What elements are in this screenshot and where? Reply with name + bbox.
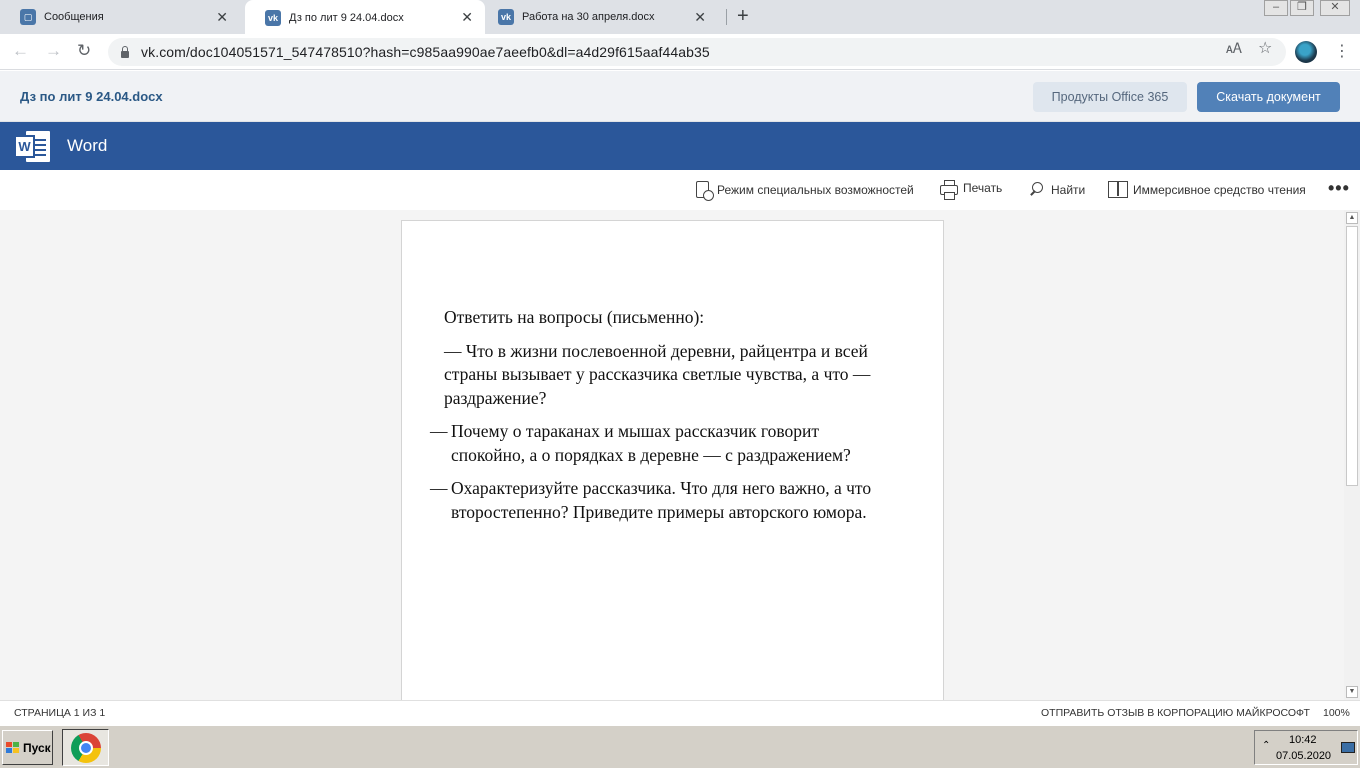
- status-bar: СТРАНИЦА 1 ИЗ 1 ОТПРАВИТЬ ОТЗЫВ В КОРПОР…: [0, 700, 1360, 725]
- question-intro: — Что в жизни послевоенной деревни, райц…: [444, 340, 871, 408]
- system-tray: ⌃ 10:42 07.05.2020: [1254, 730, 1358, 765]
- tray-expand-icon[interactable]: ⌃: [1262, 740, 1270, 751]
- document-heading: Ответить на вопросы (письменно):: [444, 307, 705, 327]
- browser-tabstrip: ▢ Сообщения ✕ vk Дз по лит 9 24.04.docx …: [0, 0, 1360, 35]
- tab-title: Работа на 30 апреля.docx: [522, 11, 655, 23]
- new-tab-icon[interactable]: +: [737, 5, 749, 28]
- start-button[interactable]: Пуск: [2, 730, 53, 765]
- page-indicator: СТРАНИЦА 1 ИЗ 1: [14, 707, 106, 719]
- word-header: W Word: [0, 122, 1360, 170]
- vk-document-header: Дз по лит 9 24.04.docx Продукты Office 3…: [0, 71, 1360, 122]
- messages-icon: ▢: [20, 9, 36, 25]
- zoom-level[interactable]: 100%: [1323, 707, 1350, 719]
- more-options-icon[interactable]: •••: [1328, 178, 1350, 199]
- send-feedback-link[interactable]: ОТПРАВИТЬ ОТЗЫВ В КОРПОРАЦИЮ МАЙКРОСОФТ: [1041, 707, 1310, 719]
- immersive-reader-icon: [1108, 181, 1128, 198]
- clock-time[interactable]: 10:42: [1289, 734, 1317, 746]
- print-button[interactable]: Печать: [940, 180, 1003, 200]
- document-page: Ответить на вопросы (письменно): — Что в…: [401, 220, 944, 700]
- accessibility-icon: [696, 181, 714, 201]
- bookmark-star-icon[interactable]: ☆: [1258, 38, 1272, 58]
- translate-icon[interactable]: 🗚: [1226, 40, 1242, 57]
- windows-flag-icon: [6, 741, 20, 754]
- back-icon[interactable]: ←: [12, 41, 29, 61]
- os-taskbar: Пуск ⌃ 10:42 07.05.2020: [0, 725, 1360, 768]
- question-text: Охарактеризуйте рассказчика. Что для нег…: [451, 478, 872, 522]
- vertical-scrollbar[interactable]: ▲ ▼: [1344, 210, 1360, 700]
- minimize-icon[interactable]: –: [1264, 0, 1288, 16]
- close-tab-icon[interactable]: ✕: [694, 9, 706, 26]
- accessibility-mode-button[interactable]: Режим специальных возможностей: [696, 181, 914, 201]
- chrome-icon: [71, 733, 101, 763]
- question-text: Почему о тараканах и мышах рассказчик го…: [451, 421, 851, 465]
- question-dash: —: [430, 478, 448, 498]
- document-body: Ответить на вопросы (письменно): — Что в…: [430, 306, 894, 534]
- lock-icon[interactable]: [121, 45, 129, 58]
- reload-icon[interactable]: ↻: [77, 41, 91, 61]
- immersive-reader-label: Иммерсивное средство чтения: [1133, 182, 1306, 197]
- address-bar[interactable]: vk.com/doc104051571_547478510?hash=c985a…: [108, 38, 1286, 66]
- tab-messages[interactable]: ▢ Сообщения ✕: [0, 0, 240, 34]
- vk-icon: vk: [265, 9, 281, 26]
- document-canvas: Ответить на вопросы (письменно): — Что в…: [0, 210, 1344, 700]
- word-logo-icon: W: [14, 129, 50, 164]
- download-document-button[interactable]: Скачать документ: [1197, 82, 1340, 112]
- forward-icon[interactable]: →: [45, 41, 62, 61]
- maximize-icon[interactable]: ❐: [1290, 0, 1314, 16]
- url-text[interactable]: vk.com/doc104051571_547478510?hash=c985a…: [141, 44, 710, 60]
- tab-separator: [726, 9, 727, 25]
- question-dash: —: [430, 421, 448, 441]
- app-name: Word: [67, 136, 108, 155]
- immersive-reader-button[interactable]: Иммерсивное средство чтения: [1108, 181, 1306, 198]
- document-name: Дз по лит 9 24.04.docx: [20, 89, 163, 104]
- office-products-button[interactable]: Продукты Office 365: [1033, 82, 1187, 112]
- close-window-icon[interactable]: ✕: [1320, 0, 1350, 16]
- tab-work-doc[interactable]: vk Работа на 30 апреля.docx ✕: [478, 0, 718, 34]
- start-label: Пуск: [23, 740, 51, 755]
- tab-homework-doc[interactable]: vk Дз по лит 9 24.04.docx ✕: [245, 0, 485, 35]
- printer-icon: [940, 180, 958, 200]
- find-button[interactable]: Найти: [1028, 181, 1085, 199]
- accessibility-label: Режим специальных возможностей: [717, 182, 914, 197]
- word-command-bar: Режим специальных возможностей Печать На…: [0, 170, 1360, 210]
- close-tab-icon[interactable]: ✕: [461, 9, 473, 26]
- print-label: Печать: [963, 181, 1003, 195]
- scroll-up-icon[interactable]: ▲: [1346, 212, 1358, 224]
- vk-icon: vk: [498, 9, 514, 25]
- question-item: — Почему о тараканах и мышах рассказчик …: [430, 420, 894, 477]
- network-icon[interactable]: [1341, 742, 1355, 753]
- close-tab-icon[interactable]: ✕: [216, 9, 228, 26]
- question-item: — Охарактеризуйте рассказчика. Что для н…: [430, 477, 894, 534]
- taskbar-chrome-button[interactable]: [62, 729, 109, 766]
- scrollbar-thumb[interactable]: [1346, 226, 1358, 486]
- search-icon: [1028, 181, 1046, 199]
- profile-avatar[interactable]: [1295, 41, 1317, 63]
- tab-title: Дз по лит 9 24.04.docx: [289, 11, 404, 24]
- tab-title: Сообщения: [44, 11, 104, 23]
- browser-toolbar: ← → ↻ vk.com/doc104051571_547478510?hash…: [0, 34, 1360, 70]
- browser-menu-icon[interactable]: ⋮: [1334, 41, 1350, 61]
- clock-date[interactable]: 07.05.2020: [1276, 750, 1331, 762]
- scroll-down-icon[interactable]: ▼: [1346, 686, 1358, 698]
- find-label: Найти: [1051, 183, 1086, 197]
